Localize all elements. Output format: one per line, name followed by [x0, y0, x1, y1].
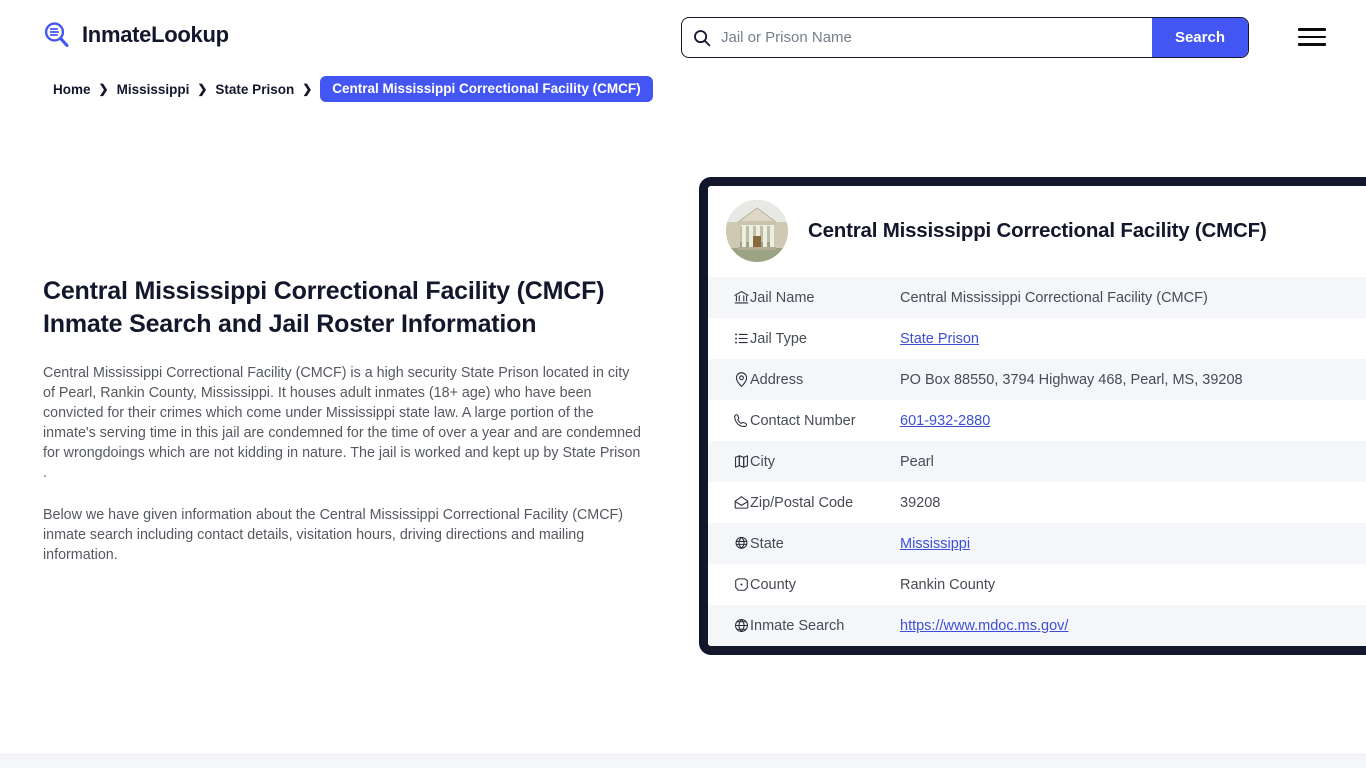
intro-paragraph-2: Below we have given information about th…: [43, 507, 624, 563]
facility-card-title: Central Mississippi Correctional Facilit…: [808, 219, 1267, 242]
globe-icon: [708, 605, 750, 646]
breadcrumb-separator-icon: ❯: [98, 82, 109, 96]
breadcrumb-item-4: Central Mississippi Correctional Facilit…: [320, 76, 653, 102]
detail-value[interactable]: Mississippi: [900, 523, 1366, 564]
phone-icon: [708, 400, 750, 441]
bank-icon: [708, 277, 750, 318]
detail-label: Zip/Postal Code: [750, 494, 854, 511]
facility-card-header: Central Mississippi Correctional Facilit…: [708, 186, 1366, 277]
table-row: Jail Name Central Mississippi Correctiona…: [708, 277, 1366, 318]
menu-bar-3: [1298, 43, 1326, 46]
map-pin-icon: [708, 359, 750, 400]
county-icon: [708, 564, 750, 605]
search-input[interactable]: [711, 18, 1152, 57]
menu-bar-1: [1298, 28, 1326, 31]
detail-value: Pearl: [900, 453, 934, 470]
detail-value[interactable]: State Prison: [900, 318, 1366, 359]
menu-bar-2: [1298, 35, 1326, 39]
intro-paragraph-1: Central Mississippi Correctional Facilit…: [43, 365, 641, 481]
detail-label: Inmate Search: [750, 617, 845, 634]
table-row: Jail Type State Prison: [708, 318, 1366, 359]
detail-value[interactable]: 601-932-2880: [900, 400, 1366, 441]
table-row: Contact Number 601-932-2880: [708, 400, 1366, 441]
detail-value: PO Box 88550, 3794 Highway 468, Pearl, M…: [900, 371, 1243, 388]
detail-label: City: [750, 453, 775, 470]
page-bottom-divider: [0, 754, 1366, 768]
breadcrumb-item-2[interactable]: Mississippi: [117, 82, 190, 97]
search-icon: [693, 29, 711, 47]
detail-value[interactable]: https://www.mdoc.ms.gov/: [900, 605, 1366, 646]
detail-label: Address: [750, 371, 804, 388]
table-row: County Rankin County: [708, 564, 1366, 605]
detail-label: Contact Number: [750, 412, 856, 429]
detail-value: Central Mississippi Correctional Facilit…: [900, 289, 1208, 306]
map-icon: [708, 441, 750, 482]
breadcrumb-separator-icon: ❯: [197, 82, 208, 96]
table-row: State Mississippi: [708, 523, 1366, 564]
site-header: InmateLookup Search: [0, 0, 1366, 74]
facility-building-photo: [726, 200, 788, 262]
magnifier-logo-icon: [42, 20, 72, 50]
breadcrumb: Home ❯ Mississippi ❯ State Prison ❯ Central Mi…: [53, 76, 653, 102]
table-row: Zip/Postal Code 39208: [708, 482, 1366, 523]
table-row: Inmate Search https://www.mdoc.ms.gov/: [708, 605, 1366, 646]
detail-value: 39208: [900, 494, 941, 511]
page-title: Central Mississippi Correctional Facilit…: [43, 277, 605, 338]
table-row: Address PO Box 88550, 3794 Highway 468, P…: [708, 359, 1366, 400]
detail-value-link[interactable]: State Prison: [900, 331, 979, 347]
hamburger-menu-icon[interactable]: [1298, 26, 1326, 48]
envelope-icon: [708, 482, 750, 523]
list-icon: [708, 318, 750, 359]
detail-label: State: [750, 535, 784, 552]
article-intro: Central Mississippi Correctional Facilit…: [43, 275, 643, 565]
table-row: City Pearl: [708, 441, 1366, 482]
detail-label: County: [750, 576, 796, 593]
search-bar: Search: [681, 17, 1249, 58]
detail-label: Jail Type: [750, 330, 807, 347]
detail-value: Rankin County: [900, 576, 996, 593]
breadcrumb-separator-icon: ❯: [302, 82, 313, 96]
breadcrumb-item-1[interactable]: Home: [53, 82, 91, 97]
breadcrumb-item-3[interactable]: State Prison: [215, 82, 294, 97]
facility-details-table: Jail Name Central Mississippi Correctiona…: [708, 277, 1366, 646]
detail-value-link[interactable]: 601-932-2880: [900, 413, 990, 429]
globe-pin-icon: [708, 523, 750, 564]
detail-value-link[interactable]: Mississippi: [900, 536, 970, 552]
search-button[interactable]: Search: [1151, 18, 1248, 57]
brand-logo-link[interactable]: InmateLookup: [42, 20, 229, 50]
facility-info-card: Central Mississippi Correctional Facilit…: [699, 177, 1366, 655]
detail-value-link[interactable]: https://www.mdoc.ms.gov/: [900, 618, 1068, 634]
brand-name: InmateLookup: [82, 22, 229, 47]
detail-label: Jail Name: [750, 289, 815, 306]
